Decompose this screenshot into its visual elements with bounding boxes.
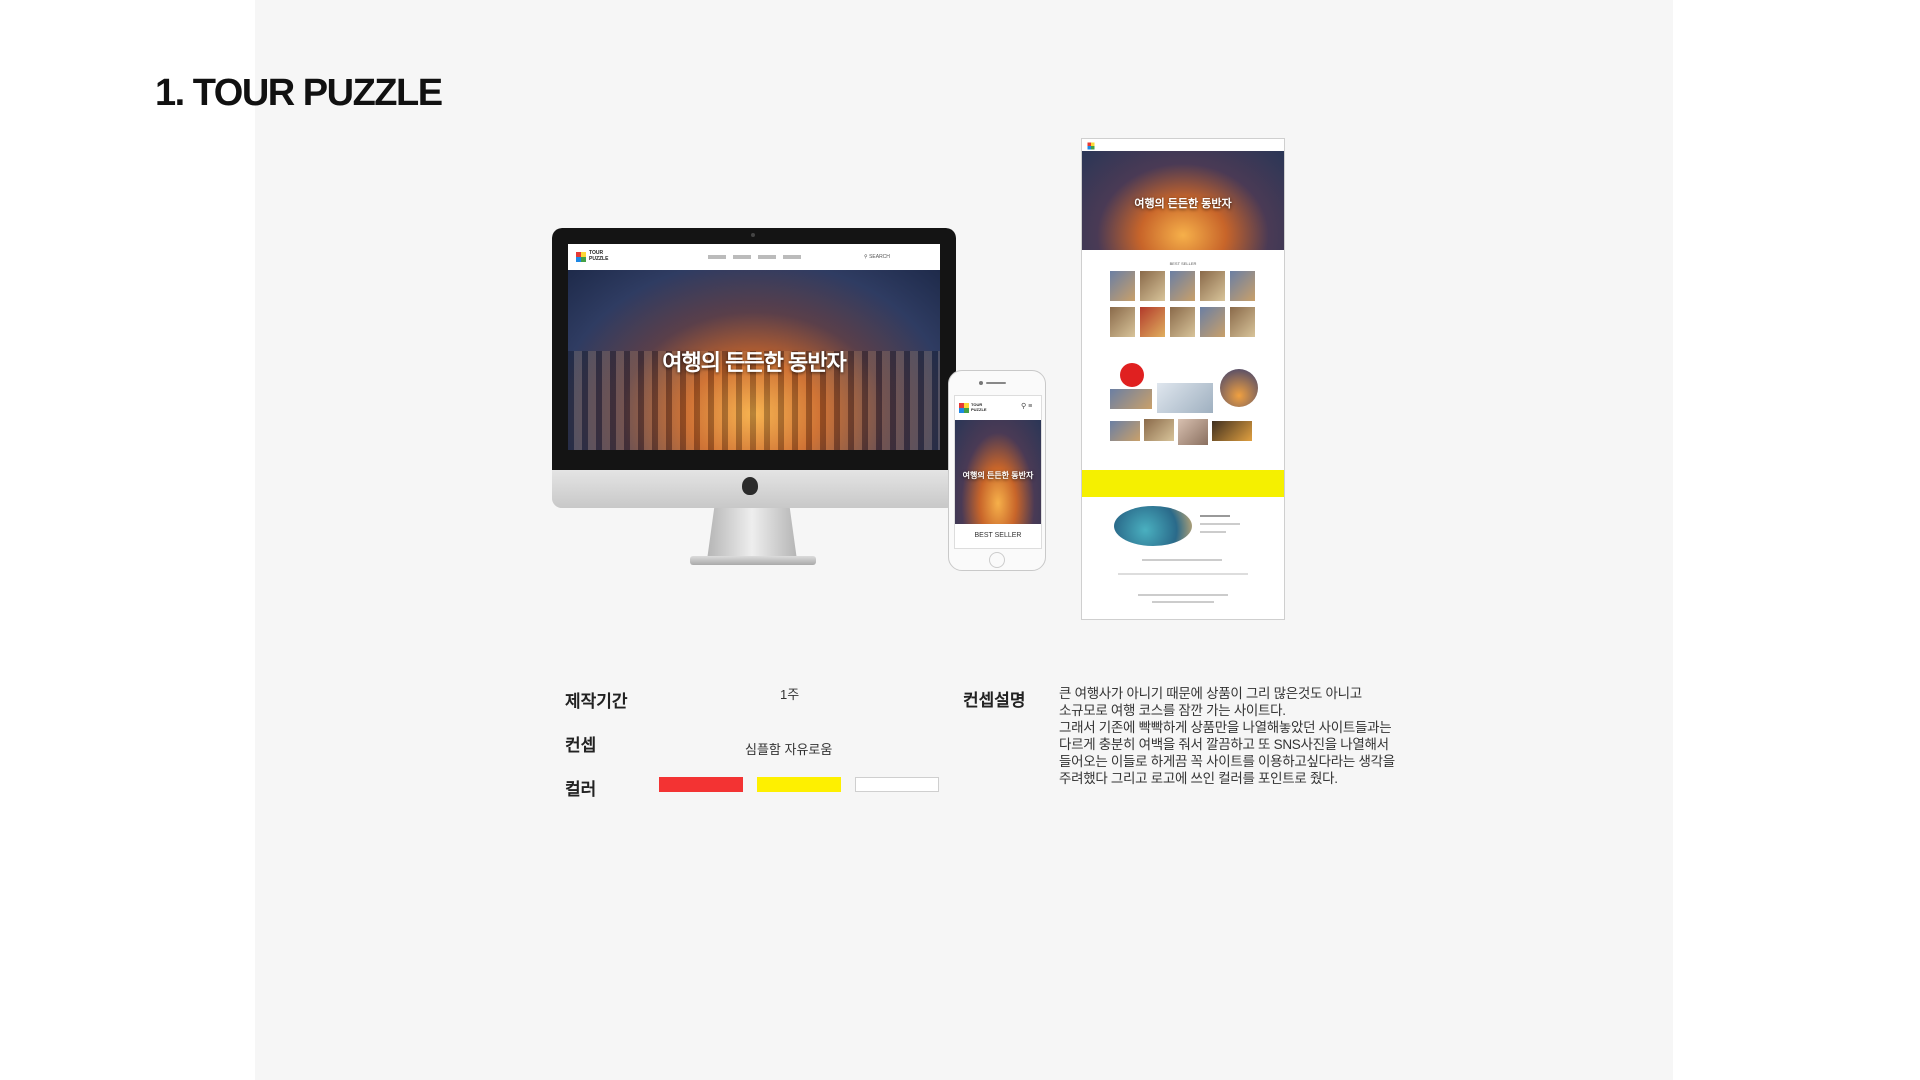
period-value: 1주 (780, 687, 800, 702)
site-nav: TOUR PUZZLE ⚲ SEARCH (568, 244, 940, 270)
color-swatch-yellow (757, 777, 841, 792)
description-line: 주려했다 그리고 로고에 쓰인 컬러를 포인트로 줬다. (1059, 771, 1338, 786)
featured-circle-image (1114, 506, 1192, 546)
color-swatch-white (855, 777, 939, 792)
product-thumbnail (1170, 271, 1195, 301)
text-line (1118, 573, 1248, 575)
sns-photo (1178, 419, 1208, 445)
home-button (989, 552, 1005, 568)
imac-stand (707, 508, 797, 560)
description-line: 큰 여행사가 아니기 때문에 상품이 그리 많은것도 아니고 (1059, 686, 1362, 701)
description-line: 다르게 충분히 여백을 줘서 깔끔하고 또 SNS사진을 나열해서 (1059, 737, 1389, 752)
sns-circle-image (1220, 369, 1258, 407)
product-thumbnail (1110, 271, 1135, 301)
color-label: 컬러 (565, 780, 597, 799)
imac-camera (751, 233, 755, 237)
puzzle-logo-icon (1087, 142, 1095, 150)
page-hero-headline: 여행의 든든한 동반자 (1134, 198, 1232, 210)
description-text: 큰 여행사가 아니기 때문에 상품이 그리 많은것도 아니고 소규모로 여행 코… (1059, 685, 1419, 787)
section-title: 1. TOUR PUZZLE (155, 72, 443, 114)
footer-line (1152, 601, 1214, 603)
sns-circle-image (1120, 363, 1144, 387)
text-line (1142, 559, 1222, 561)
product-thumbnail (1230, 307, 1255, 337)
nav-item (783, 255, 801, 259)
imac-body: TOUR PUZZLE ⚲ SEARCH 여행의 든든한 동반자 (552, 228, 956, 508)
page-best-seller-label: BEST SELLER (1169, 261, 1197, 266)
menu-icon: ⚲ ≡ (1021, 403, 1033, 410)
imac-screen: TOUR PUZZLE ⚲ SEARCH 여행의 든든한 동반자 (568, 244, 940, 450)
product-thumbnail (1140, 307, 1165, 337)
page-info-band (1082, 470, 1284, 497)
sns-photo (1110, 389, 1152, 409)
text-line (1200, 531, 1226, 533)
puzzle-logo-icon (959, 403, 969, 413)
phone-screen: TOUR PUZZLE ⚲ ≡ 여행의 든든한 동반자 BEST SELLER (954, 395, 1042, 549)
product-thumbnail (1110, 307, 1135, 337)
phone-hero-headline: 여행의 든든한 동반자 (962, 471, 1034, 480)
product-thumbnail (1200, 271, 1225, 301)
nav-item (758, 255, 776, 259)
imac-base (690, 556, 816, 565)
phone-mockup: TOUR PUZZLE ⚲ ≡ 여행의 든든한 동반자 BEST SELLER (948, 370, 1046, 571)
product-thumbnail (1200, 307, 1225, 337)
nav-item (708, 255, 726, 259)
site-search: ⚲ SEARCH (864, 254, 890, 260)
product-thumbnail (1140, 271, 1165, 301)
sns-photo (1144, 419, 1174, 441)
phone-hero-image: 여행의 든든한 동반자 (955, 420, 1041, 524)
best-seller-heading: BEST SELLER (974, 532, 1022, 539)
concept-label: 컨셉 (565, 736, 597, 755)
description-line: 그래서 기존에 빡빡하게 상품만을 나열해놓았던 사이트들과는 (1059, 720, 1392, 735)
hero-headline: 여행의 든든한 동반자 (662, 350, 846, 375)
description-line: 들어오는 이들로 하게끔 꼭 사이트를 이용하고싶다라는 생각을 (1059, 754, 1395, 769)
phone-speaker (986, 382, 1006, 384)
site-logo-text: TOUR PUZZLE (971, 402, 987, 412)
phone-camera (979, 381, 983, 385)
sns-photo (1110, 421, 1140, 441)
concept-value: 심플함 자유로움 (745, 742, 833, 757)
sns-photo (1157, 383, 1213, 413)
description-line: 소규모로 여행 코스를 잠깐 가는 사이트다. (1059, 703, 1286, 718)
hero-image: 여행의 든든한 동반자 (568, 270, 940, 450)
footer-line (1138, 594, 1228, 596)
page-hero-image: 여행의 든든한 동반자 (1082, 151, 1284, 250)
apple-logo-icon (742, 477, 758, 495)
nav-item (733, 255, 751, 259)
site-logo-text: TOUR PUZZLE (589, 250, 609, 262)
sns-photo (1212, 421, 1252, 441)
color-swatch-red (659, 777, 743, 792)
text-line (1200, 515, 1230, 517)
full-page-mockup: 여행의 든든한 동반자 BEST SELLER (1081, 138, 1285, 620)
description-label: 컨셉설명 (963, 691, 1026, 710)
puzzle-logo-icon (576, 252, 586, 262)
period-label: 제작기간 (565, 692, 628, 711)
imac-bezel: TOUR PUZZLE ⚲ SEARCH 여행의 든든한 동반자 (552, 228, 956, 470)
text-line (1200, 523, 1240, 525)
product-thumbnail (1170, 307, 1195, 337)
product-thumbnail (1230, 271, 1255, 301)
